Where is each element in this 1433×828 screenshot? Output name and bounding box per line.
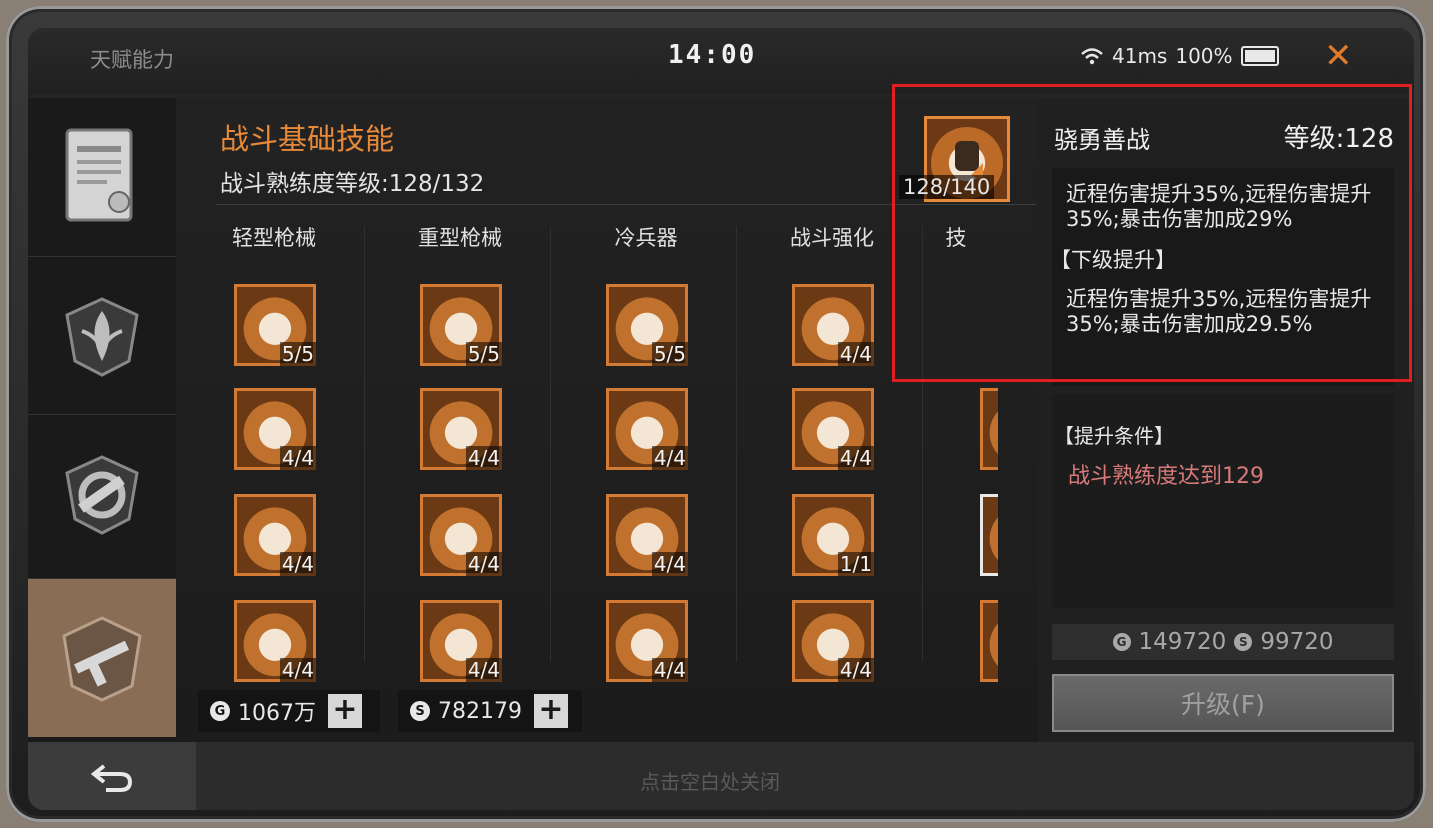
close-hint: 点击空白处关闭 — [640, 770, 780, 794]
skill-slot[interactable]: 4/4 — [234, 600, 316, 682]
ping: 41ms — [1112, 44, 1168, 68]
skill-slot[interactable]: 4/4 — [420, 494, 502, 576]
skill-slot[interactable]: 4/4 — [420, 388, 502, 470]
silver-coin-icon: S — [410, 701, 430, 721]
herb-icon — [65, 297, 139, 377]
clock: 14:00 — [668, 40, 757, 70]
battery-percent: 100% — [1175, 44, 1233, 68]
skill-slot[interactable]: 4/4 — [792, 388, 874, 470]
skill-slot[interactable]: 5/5 — [420, 284, 502, 366]
silver-currency: S 782179 + — [398, 690, 582, 732]
skill-slot[interactable]: 4/4 — [792, 284, 874, 366]
cost-silver: 99720 — [1260, 629, 1334, 655]
skill-level: 4/4 — [837, 342, 874, 366]
skill-level: 4/4 — [279, 658, 316, 682]
skill-slot[interactable]: 4/4 — [606, 388, 688, 470]
skill-level: 4/4 — [651, 552, 688, 576]
upgrade-condition: 战斗熟练度达到129 — [1068, 464, 1264, 489]
skill-level: 4/4 — [651, 658, 688, 682]
skill-level: 5/5 — [279, 342, 316, 366]
device-frame: 天赋能力 14:00 41ms 100% ✕ 战斗基础技能 战斗熟练度等级:12… — [6, 6, 1426, 822]
sidebar-item-certificate[interactable] — [28, 98, 176, 256]
certificate-icon — [65, 128, 133, 222]
gear-wrench-icon — [65, 455, 139, 535]
add-gold-button[interactable]: + — [328, 694, 362, 728]
skill-level: 4/4 — [837, 446, 874, 470]
sidebar-item-herb[interactable] — [28, 256, 176, 415]
skill-level: 4/4 — [279, 446, 316, 470]
skill-slot-partial[interactable] — [980, 494, 998, 576]
category-label: 轻型枪械 — [232, 226, 316, 250]
back-arrow-icon — [90, 764, 133, 792]
skill-slot[interactable]: 5/5 — [234, 284, 316, 366]
add-silver-button[interactable]: + — [533, 694, 568, 728]
cost-gold: 149720 — [1138, 629, 1227, 655]
skill-slot[interactable]: 1/1 — [792, 494, 874, 576]
app-title: 天赋能力 — [90, 48, 174, 72]
skill-level: 4/4 — [279, 552, 316, 576]
status-indicators: 41ms 100% — [1080, 44, 1279, 68]
skill-tree-title: 战斗基础技能 — [220, 122, 395, 156]
skill-slot[interactable]: 5/5 — [606, 284, 688, 366]
category-sidebar — [28, 98, 176, 742]
gun-icon — [62, 616, 142, 702]
highlight-box — [892, 84, 1412, 382]
condition-label: 【提升条件】 — [1054, 424, 1174, 448]
skill-slot[interactable]: 4/4 — [606, 494, 688, 576]
category-label: 冷兵器 — [614, 226, 678, 250]
skill-level: 5/5 — [651, 342, 688, 366]
skill-level: 5/5 — [465, 342, 502, 366]
sidebar-item-gear[interactable] — [28, 414, 176, 573]
sidebar-item-combat[interactable] — [28, 578, 176, 737]
game-screen: 天赋能力 14:00 41ms 100% ✕ 战斗基础技能 战斗熟练度等级:12… — [28, 28, 1414, 810]
category-label: 重型枪械 — [418, 226, 502, 250]
gold-coin-icon: G — [210, 701, 230, 721]
skill-level: 4/4 — [465, 446, 502, 470]
column-divider — [364, 226, 365, 662]
skill-level: 4/4 — [465, 552, 502, 576]
close-icon[interactable]: ✕ — [1324, 36, 1353, 76]
bottom-bar: 点击空白处关闭 — [28, 742, 1414, 810]
back-button[interactable] — [28, 742, 196, 810]
skill-slot[interactable]: 4/4 — [792, 600, 874, 682]
skill-slot-partial[interactable] — [980, 388, 998, 470]
skill-slot[interactable]: 4/4 — [234, 388, 316, 470]
battery-icon — [1240, 46, 1279, 66]
wifi-icon — [1081, 48, 1103, 65]
gold-amount: 1067万 — [238, 701, 316, 726]
skill-level: 4/4 — [465, 658, 502, 682]
skill-slot[interactable]: 4/4 — [234, 494, 316, 576]
column-divider — [550, 226, 551, 662]
skill-level: 4/4 — [837, 658, 874, 682]
gold-coin-icon: G — [1112, 633, 1131, 651]
proficiency-level: 战斗熟练度等级:128/132 — [220, 171, 485, 197]
category-label: 战斗强化 — [790, 226, 874, 250]
skill-slot[interactable]: 4/4 — [420, 600, 502, 682]
column-divider — [736, 226, 737, 662]
skill-level: 1/1 — [837, 552, 874, 576]
skill-slot-partial[interactable] — [980, 600, 998, 682]
upgrade-cost: G 149720 S 99720 — [1052, 624, 1394, 660]
skill-level: 4/4 — [651, 446, 688, 470]
gold-currency: G 1067万 + — [198, 690, 380, 732]
silver-coin-icon: S — [1234, 633, 1253, 651]
skill-slot[interactable]: 4/4 — [606, 600, 688, 682]
upgrade-button[interactable]: 升级(F) — [1052, 674, 1394, 732]
silver-amount: 782179 — [438, 698, 522, 724]
